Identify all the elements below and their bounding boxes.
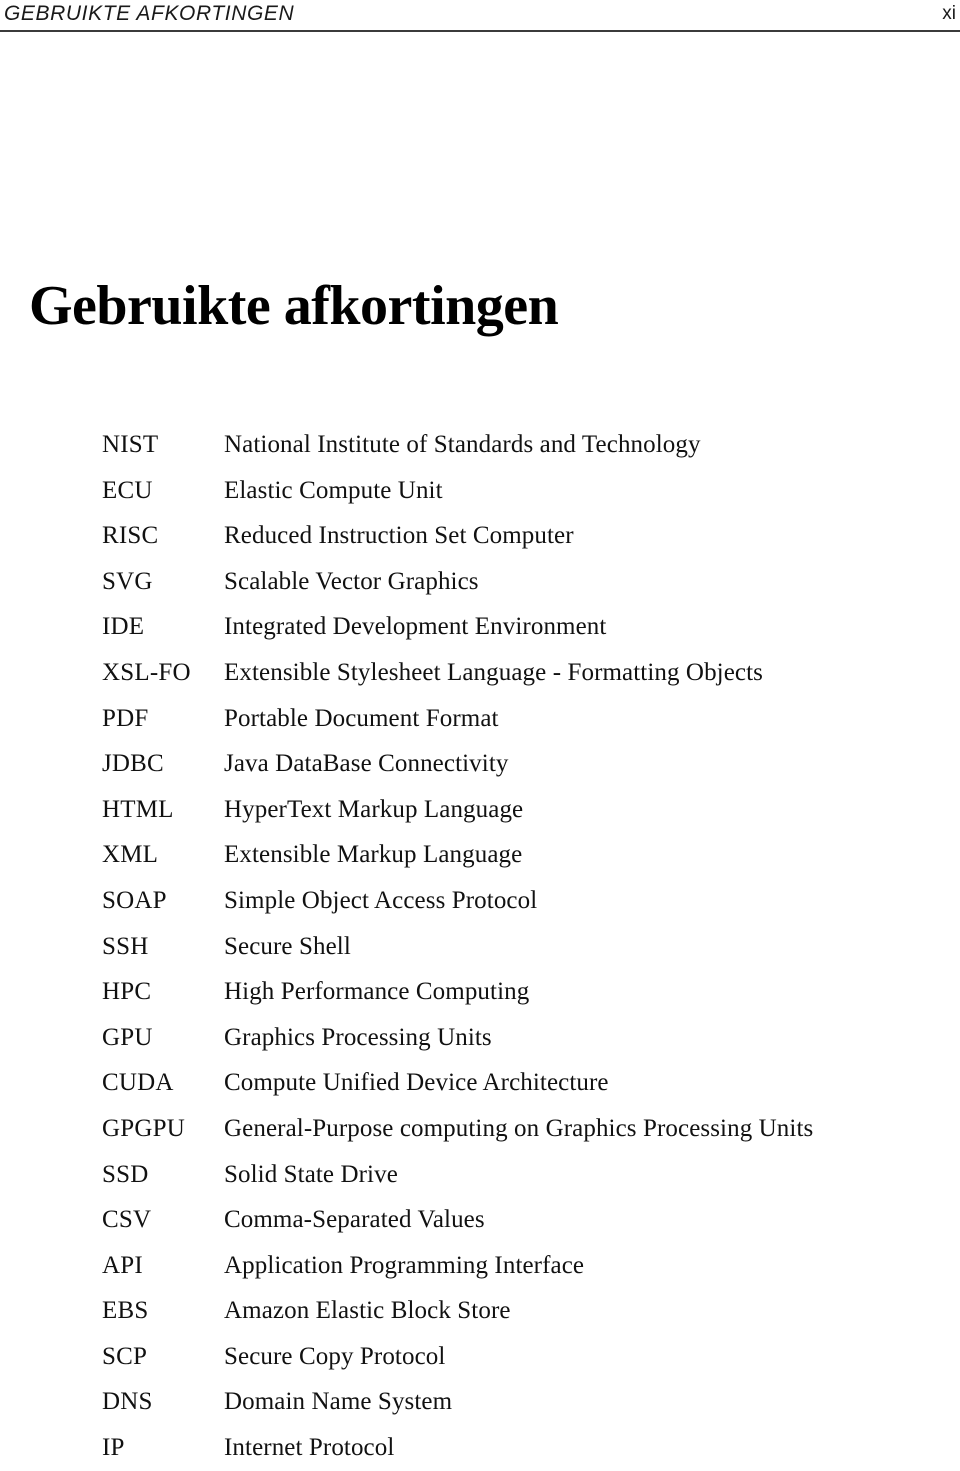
- abbreviation-row: SVG Scalable Vector Graphics: [102, 559, 960, 605]
- abbreviation-term: NIST: [102, 431, 159, 458]
- abbreviation-row: IDE Integrated Development Environment: [102, 604, 960, 650]
- abbreviation-description: Internet Protocol: [224, 1434, 395, 1462]
- abbreviation-description: Compute Unified Device Architecture: [224, 1069, 609, 1097]
- abbreviation-description: National Institute of Standards and Tech…: [224, 431, 701, 458]
- abbreviation-term: API: [102, 1251, 143, 1279]
- abbreviation-term: SSD: [102, 1160, 149, 1188]
- running-head: GEBRUIKTE AFKORTINGEN xi: [0, 0, 960, 34]
- abbreviation-row: RISC Reduced Instruction Set Computer: [102, 513, 960, 559]
- abbreviation-term: SSH: [102, 932, 149, 960]
- abbreviation-row: IP Internet Protocol: [102, 1425, 960, 1471]
- abbreviation-term: GPU: [102, 1023, 153, 1051]
- abbreviation-term: JDBC: [102, 750, 164, 778]
- running-head-title: GEBRUIKTE AFKORTINGEN: [4, 2, 295, 25]
- abbreviation-description: Secure Shell: [224, 932, 351, 960]
- abbreviation-row: XSL-FO Extensible Stylesheet Language - F…: [102, 650, 960, 696]
- abbreviation-description: Portable Document Format: [224, 704, 499, 732]
- abbreviation-description: Solid State Drive: [224, 1160, 398, 1188]
- abbreviation-row: SSD Solid State Drive: [102, 1152, 960, 1198]
- abbreviation-row: GPU Graphics Processing Units: [102, 1015, 960, 1061]
- abbreviation-description: Simple Object Access Protocol: [224, 886, 538, 914]
- abbreviation-description: High Performance Computing: [224, 978, 530, 1006]
- abbreviation-row: EBS Amazon Elastic Block Store: [102, 1288, 960, 1334]
- abbreviation-row: GPGPU General-Purpose computing on Graphi…: [102, 1106, 960, 1152]
- abbreviation-description: Extensible Stylesheet Language - Formatt…: [224, 658, 763, 686]
- abbreviation-term: IP: [102, 1434, 125, 1462]
- abbreviation-description: Amazon Elastic Block Store: [224, 1297, 511, 1325]
- abbreviation-term: GPGPU: [102, 1114, 185, 1142]
- abbreviation-term: ECU: [102, 476, 153, 504]
- abbreviation-description: Graphics Processing Units: [224, 1023, 492, 1051]
- abbreviation-term: XML: [102, 841, 159, 869]
- abbreviation-row: API Application Programming Interface: [102, 1243, 960, 1289]
- page-title: Gebruikte afkortingen: [29, 274, 559, 337]
- abbreviation-term: SOAP: [102, 886, 167, 914]
- abbreviation-term: IDE: [102, 613, 145, 641]
- abbreviation-term: XSL-FO: [102, 658, 191, 686]
- abbreviation-description: Java DataBase Connectivity: [224, 750, 509, 778]
- abbreviation-term: EBS: [102, 1297, 149, 1325]
- abbreviation-term: RISC: [102, 522, 159, 550]
- abbreviation-description: Integrated Development Environment: [224, 613, 607, 641]
- abbreviation-term: CSV: [102, 1206, 152, 1234]
- abbreviation-row: ECU Elastic Compute Unit: [102, 468, 960, 514]
- abbreviation-description: Reduced Instruction Set Computer: [224, 522, 574, 550]
- header-rule: [0, 30, 960, 32]
- abbreviation-description: Secure Copy Protocol: [224, 1342, 446, 1370]
- abbreviation-description: HyperText Markup Language: [224, 795, 524, 823]
- abbreviation-description: Scalable Vector Graphics: [224, 567, 479, 595]
- abbreviation-row: CUDA Compute Unified Device Architecture: [102, 1060, 960, 1106]
- abbreviation-description: Extensible Markup Language: [224, 841, 523, 869]
- abbreviation-row: HTML HyperText Markup Language: [102, 787, 960, 833]
- abbreviation-row: XML Extensible Markup Language: [102, 832, 960, 878]
- page-number: xi: [942, 3, 956, 24]
- abbreviation-row: JDBC Java DataBase Connectivity: [102, 741, 960, 787]
- abbreviation-description: Application Programming Interface: [224, 1251, 585, 1279]
- abbreviation-term: DNS: [102, 1388, 153, 1416]
- abbreviation-row: DNS Domain Name System: [102, 1379, 960, 1425]
- abbreviation-description: General-Purpose computing on Graphics Pr…: [224, 1114, 814, 1142]
- abbreviation-description: Domain Name System: [224, 1388, 453, 1416]
- abbreviation-term: SCP: [102, 1342, 148, 1370]
- abbreviation-term: HPC: [102, 978, 152, 1006]
- abbreviation-row: HPC High Performance Computing: [102, 969, 960, 1015]
- abbreviation-row: SSH Secure Shell: [102, 924, 960, 970]
- abbreviation-list: NIST National Institute of Standards and …: [102, 422, 960, 1471]
- abbreviation-row: SCP Secure Copy Protocol: [102, 1334, 960, 1380]
- abbreviation-description: Elastic Compute Unit: [224, 476, 443, 504]
- abbreviation-description: Comma-Separated Values: [224, 1206, 485, 1234]
- abbreviation-term: CUDA: [102, 1069, 174, 1097]
- abbreviation-row: NIST National Institute of Standards and …: [102, 422, 960, 468]
- abbreviation-term: PDF: [102, 704, 149, 732]
- abbreviation-row: CSV Comma-Separated Values: [102, 1197, 960, 1243]
- abbreviation-term: SVG: [102, 567, 153, 595]
- abbreviation-term: HTML: [102, 795, 174, 823]
- abbreviation-row: PDF Portable Document Format: [102, 696, 960, 742]
- abbreviation-row: SOAP Simple Object Access Protocol: [102, 878, 960, 924]
